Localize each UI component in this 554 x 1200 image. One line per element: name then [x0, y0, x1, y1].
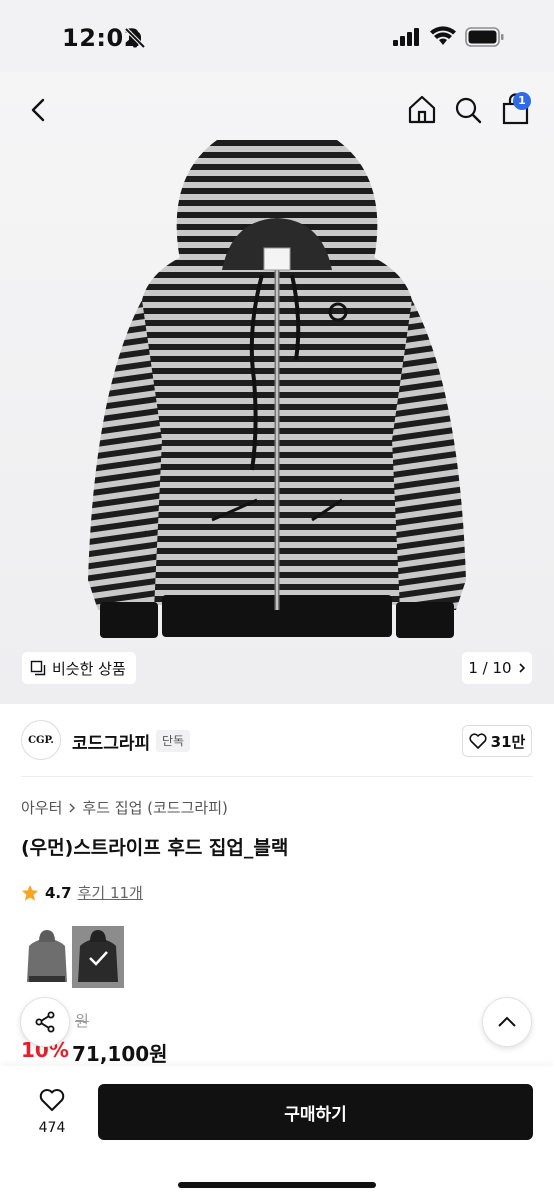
product-image-area[interactable]: 1 비슷한 상품 1 / 10 [0, 72, 554, 704]
product-title: (우먼)스트라이프 후드 집업_블랙 [21, 837, 289, 859]
similar-products-button[interactable]: 비슷한 상품 [22, 652, 136, 684]
brand-logo-text: CGP. [28, 734, 54, 746]
battery-icon [465, 27, 504, 47]
color-thumbnail-black-selected[interactable] [72, 926, 124, 988]
breadcrumb-category[interactable]: 아우터 [21, 797, 62, 818]
brand-like-button[interactable]: 31만 [462, 725, 532, 757]
page-counter-text: 1 / 10 [468, 659, 512, 677]
share-icon [35, 1011, 55, 1033]
brand-row: CGP. 코드그라피 단독 31만 [0, 704, 554, 776]
star-icon [21, 884, 39, 901]
home-indicator [178, 1182, 376, 1188]
brand-like-count: 31만 [490, 732, 526, 751]
brand-name[interactable]: 코드그라피 [72, 729, 150, 754]
chevron-up-icon [498, 1016, 516, 1027]
wifi-icon [430, 26, 456, 45]
sale-price: 71,100원 [72, 1042, 168, 1066]
image-page-counter[interactable]: 1 / 10 [462, 652, 532, 684]
share-button[interactable] [20, 997, 70, 1047]
color-thumbnail-gray[interactable] [21, 926, 73, 988]
hoodie-product-image[interactable] [82, 140, 472, 646]
bell-off-icon [124, 28, 146, 48]
review-link[interactable]: 후기 11개 [78, 882, 143, 903]
search-icon[interactable] [450, 90, 486, 130]
buy-button[interactable]: 구매하기 [98, 1084, 533, 1140]
heart-icon [39, 1089, 65, 1111]
chevron-right-icon [69, 803, 76, 812]
status-bar: 12:02 [0, 0, 554, 72]
scroll-top-button[interactable] [482, 997, 532, 1047]
product-page: 12:02 1 비슷한 상품 1 / 10 CGP. 코드그라피 단독 31만 … [0, 0, 554, 1200]
breadcrumb-subcategory[interactable]: 후드 집업 (코드그라피) [82, 797, 227, 818]
cart-count-badge: 1 [513, 92, 531, 110]
brand-logo[interactable]: CGP. [21, 720, 61, 760]
signal-icon [393, 28, 419, 46]
back-icon[interactable] [22, 90, 58, 130]
heart-icon [469, 733, 487, 749]
home-icon[interactable] [404, 90, 440, 130]
similar-products-label: 비슷한 상품 [52, 659, 126, 678]
wishlist-button[interactable]: 474 [22, 1088, 82, 1148]
bottom-action-bar: 474 구매하기 [0, 1066, 554, 1200]
divider [21, 776, 533, 777]
exclusive-badge: 단독 [156, 730, 191, 752]
breadcrumb: 아우터 후드 집업 (코드그라피) [21, 797, 228, 818]
chevron-right-icon [519, 663, 525, 673]
rating-value: 4.7 [45, 883, 72, 902]
wishlist-count: 474 [38, 1120, 66, 1136]
rating-row: 4.7 후기 11개 [21, 882, 143, 903]
original-price: 원 [75, 1012, 89, 1030]
similar-items-icon [30, 660, 46, 676]
